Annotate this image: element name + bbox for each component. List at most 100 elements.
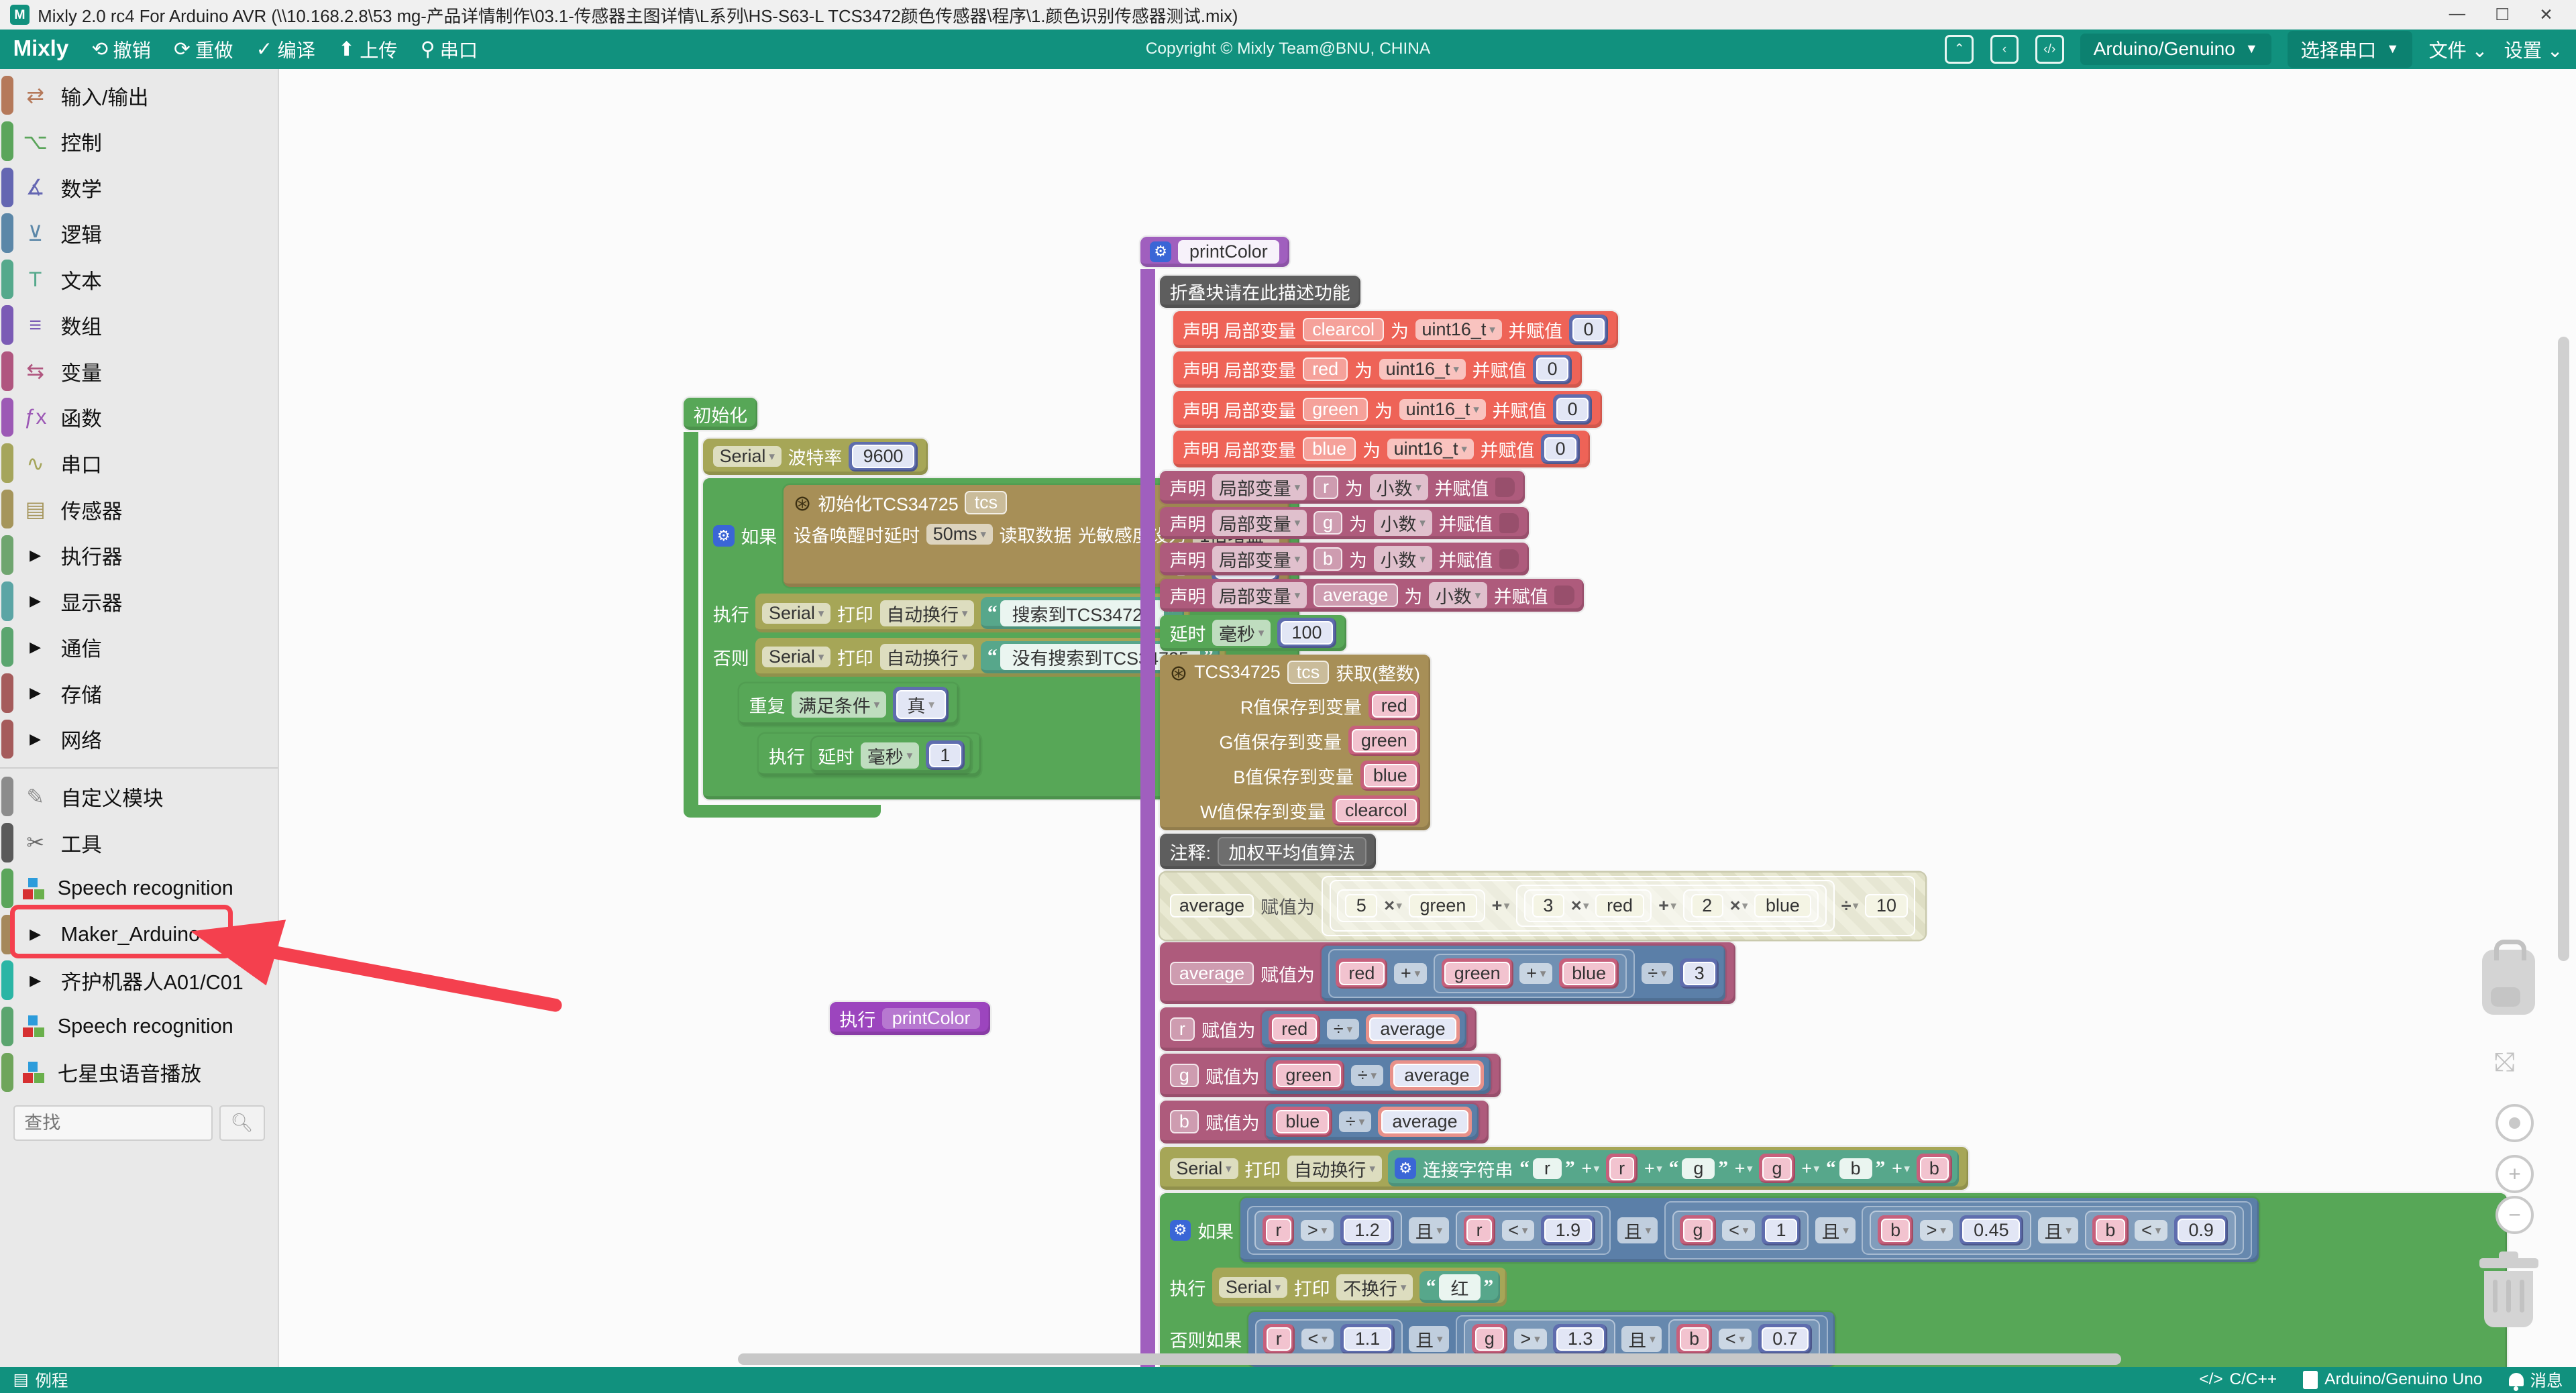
- value-field[interactable]: green: [1409, 894, 1477, 917]
- sidebar-item--[interactable]: T文本: [0, 256, 278, 302]
- expression-block[interactable]: red+green+blue÷3: [1322, 946, 1725, 1001]
- block[interactable]: 声明 局部变量red为uint16_t并赋值0: [1173, 351, 1582, 388]
- block[interactable]: 执行printColor: [830, 1002, 990, 1035]
- dropdown-field[interactable]: 毫秒: [861, 742, 919, 769]
- expression-block[interactable]: b>0.45: [1870, 1211, 2031, 1250]
- block[interactable]: 声明 局部变量blue为uint16_t并赋值0: [1173, 431, 1590, 467]
- dropdown-field[interactable]: <: [1719, 1329, 1752, 1349]
- expression-block[interactable]: green÷average: [1266, 1057, 1491, 1094]
- dropdown-field[interactable]: <: [1722, 1220, 1755, 1241]
- minimize-button[interactable]: —: [2449, 5, 2465, 25]
- gear-icon[interactable]: ⚙: [1170, 1220, 1191, 1241]
- dropdown-field[interactable]: 且: [1815, 1217, 1856, 1243]
- empty-socket[interactable]: [1499, 513, 1519, 533]
- variable-block[interactable]: g: [1680, 1215, 1715, 1245]
- operator-dropdown[interactable]: +: [1801, 1158, 1819, 1179]
- expression-block[interactable]: g<1且b>0.45且b<0.9: [1664, 1201, 2252, 1259]
- settings-menu[interactable]: 设置 ⌄: [2504, 36, 2563, 63]
- horizontal-scrollbar[interactable]: [738, 1353, 2121, 1365]
- expression-block[interactable]: r>1.2且r<1.9: [1247, 1206, 1611, 1254]
- sidebar-item--[interactable]: 七星虫语音播放: [0, 1050, 278, 1096]
- board-selector[interactable]: Arduino/Genuino▼: [2080, 34, 2271, 65]
- block[interactable]: 执行延时毫秒1: [759, 734, 981, 777]
- dropdown-field[interactable]: Serial: [1170, 1158, 1238, 1179]
- dropdown-field[interactable]: 且: [2038, 1217, 2078, 1243]
- dropdown-field[interactable]: 局部变量: [1212, 546, 1307, 572]
- number-input[interactable]: 1: [926, 740, 965, 771]
- value-field[interactable]: 5: [1345, 894, 1377, 917]
- expression-block[interactable]: green+blue: [1434, 954, 1627, 993]
- variable-block[interactable]: clearcol: [1332, 795, 1420, 826]
- string-literal[interactable]: “g”: [1669, 1158, 1728, 1180]
- operator-dropdown[interactable]: ÷: [1841, 895, 1859, 916]
- trash-icon[interactable]: [2479, 1258, 2538, 1334]
- number-input[interactable]: 0: [1569, 315, 1608, 345]
- block[interactable]: r赋值为red÷average: [1160, 1007, 1477, 1050]
- redo-button[interactable]: ⟳重做: [174, 36, 233, 63]
- block[interactable]: 声明局部变量b为小数并赋值: [1160, 543, 1529, 575]
- variable-block[interactable]: g: [1759, 1154, 1794, 1184]
- dropdown-field[interactable]: uint16_t: [1415, 319, 1502, 340]
- string-literal[interactable]: “r”: [1519, 1158, 1574, 1180]
- expression-block[interactable]: “红”: [1419, 1271, 1500, 1304]
- number-input[interactable]: 0.7: [1758, 1324, 1813, 1354]
- gear-icon[interactable]: ⚙: [713, 525, 735, 547]
- dropdown-field[interactable]: <: [1301, 1329, 1334, 1349]
- field[interactable]: b: [1170, 1110, 1199, 1133]
- expression-block[interactable]: r<1.9: [1456, 1211, 1603, 1250]
- boolean-dropdown[interactable]: 真: [893, 687, 949, 722]
- block[interactable]: ⊛TCS34725tcs获取(整数)R值保存到变量redG值保存到变量green…: [1160, 655, 1430, 830]
- field[interactable]: g: [1170, 1064, 1199, 1087]
- dropdown-field[interactable]: 且: [1621, 1326, 1662, 1352]
- empty-socket[interactable]: [1495, 478, 1515, 497]
- block-header[interactable]: ⚙printColor: [1140, 237, 1289, 268]
- field[interactable]: g: [1313, 511, 1342, 535]
- expression-block[interactable]: 延时毫秒1: [812, 737, 971, 774]
- block-header[interactable]: 初始化: [684, 398, 757, 431]
- expression-block[interactable]: red÷average: [1262, 1011, 1466, 1048]
- variable-block[interactable]: blue: [1360, 761, 1420, 791]
- field[interactable]: green: [1303, 398, 1368, 421]
- serial-button[interactable]: ⚲串口: [421, 36, 478, 63]
- expression-block[interactable]: b <0.9: [2085, 1211, 2237, 1250]
- dropdown-field[interactable]: 小数: [1429, 582, 1487, 608]
- field[interactable]: blue: [1303, 437, 1356, 461]
- variable-block[interactable]: average: [1390, 1060, 1484, 1091]
- variable-block[interactable]: r: [1606, 1154, 1638, 1184]
- variable-block[interactable]: r: [1263, 1324, 1295, 1354]
- variable-block[interactable]: r: [1263, 1215, 1294, 1245]
- field[interactable]: red: [1303, 357, 1348, 381]
- comment-field[interactable]: 加权平均值算法: [1218, 837, 1366, 866]
- dropdown-field[interactable]: 自动换行: [1287, 1156, 1382, 1182]
- dropdown-field[interactable]: >: [1920, 1220, 1953, 1241]
- sidebar-item--[interactable]: ≡数组: [0, 302, 278, 349]
- variable-block[interactable]: b: [2092, 1215, 2128, 1245]
- file-menu[interactable]: 文件 ⌄: [2428, 36, 2487, 63]
- collapse-panel-icon[interactable]: ‹: [1990, 35, 2019, 64]
- dropdown-field[interactable]: >: [1514, 1329, 1547, 1349]
- dropdown-field[interactable]: ÷: [1642, 963, 1674, 984]
- field[interactable]: average: [1170, 962, 1254, 985]
- sidebar-item--[interactable]: ▶存储: [0, 670, 278, 716]
- dropdown-field[interactable]: ÷: [1351, 1065, 1383, 1086]
- maximize-button[interactable]: ☐: [2495, 5, 2510, 25]
- number-input[interactable]: 0.9: [2174, 1215, 2229, 1245]
- field[interactable]: b: [1313, 547, 1342, 571]
- value-field[interactable]: 10: [1865, 894, 1907, 917]
- block[interactable]: 折叠块请在此描述功能: [1160, 276, 1360, 309]
- number-input[interactable]: 1.1: [1340, 1324, 1395, 1354]
- zoom-out-button[interactable]: −: [2496, 1196, 2534, 1234]
- field[interactable]: average: [1313, 583, 1398, 607]
- operator-dropdown[interactable]: +: [1581, 1158, 1599, 1179]
- variable-block[interactable]: g: [1472, 1324, 1507, 1354]
- dropdown-field[interactable]: <: [2135, 1220, 2167, 1241]
- number-input[interactable]: 9600: [849, 442, 918, 472]
- block[interactable]: 延时毫秒100: [1160, 615, 1346, 652]
- dropdown-field[interactable]: ÷: [1327, 1019, 1359, 1040]
- dropdown-field[interactable]: <: [1502, 1220, 1535, 1241]
- dropdown-field[interactable]: 局部变量: [1212, 582, 1307, 608]
- dropdown-field[interactable]: 局部变量: [1212, 510, 1307, 536]
- collapse-blocks-icon[interactable]: ⌃: [1945, 35, 1974, 64]
- block[interactable]: Serial打印自动换行⚙连接字符串“r”+r+“g”+g+“b”+b: [1160, 1147, 1968, 1190]
- close-button[interactable]: ✕: [2539, 5, 2553, 25]
